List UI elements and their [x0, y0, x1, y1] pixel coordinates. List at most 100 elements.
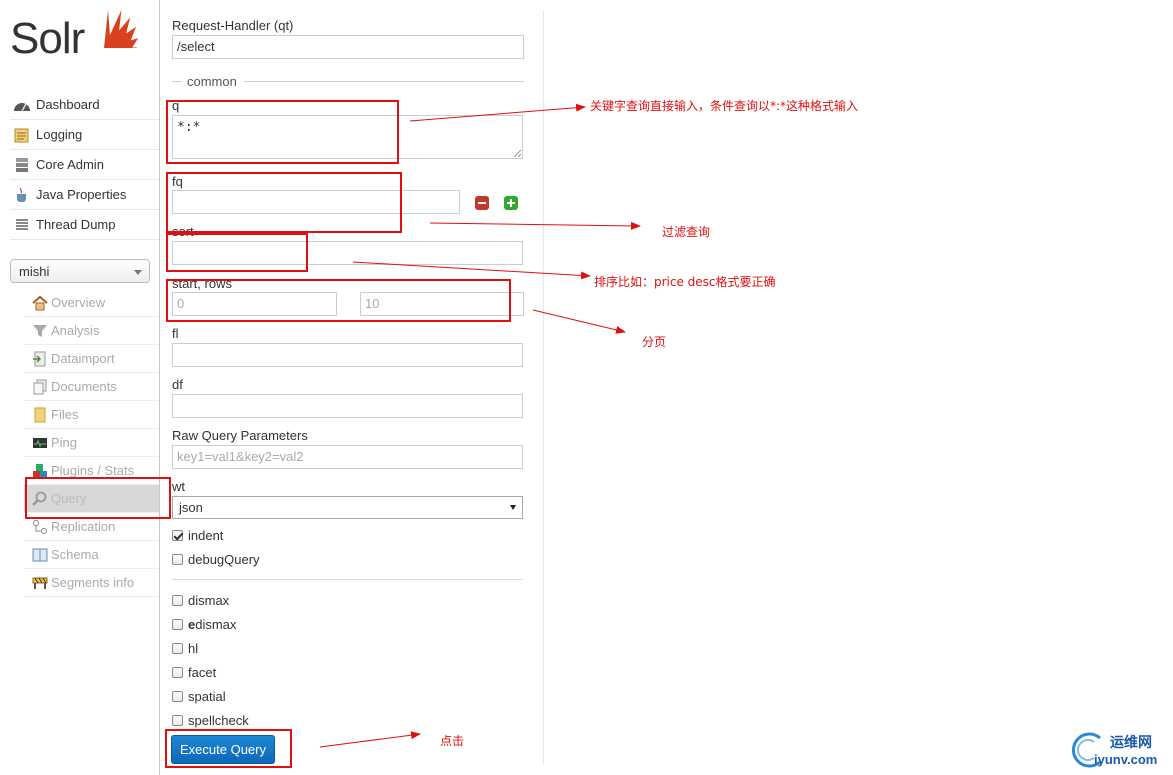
- dashboard-icon: [14, 102, 30, 111]
- nav-label: Dashboard: [36, 97, 100, 112]
- nav-java-properties[interactable]: Java Properties: [10, 180, 159, 210]
- nav-label: Logging: [36, 127, 83, 142]
- edismax-checkbox-row[interactable]: edismax: [172, 615, 236, 633]
- replication-icon: [33, 519, 47, 534]
- request-handler-input[interactable]: /select: [172, 35, 524, 59]
- home-icon: [32, 295, 48, 310]
- resize-handle-icon[interactable]: [513, 149, 521, 157]
- hl-label: hl: [188, 640, 199, 656]
- dismax-checkbox-row[interactable]: dismax: [172, 591, 229, 609]
- facet-label: facet: [188, 664, 217, 680]
- core-item-label: Replication: [51, 519, 116, 534]
- sort-highlight-box: [166, 233, 308, 272]
- java-properties-icon: [17, 187, 26, 202]
- wt-label: wt: [172, 479, 185, 494]
- core-item-label: Documents: [51, 379, 117, 394]
- start-rows-highlight-box: [166, 279, 511, 322]
- spatial-checkbox[interactable]: [172, 690, 183, 702]
- hl-checkbox[interactable]: [172, 642, 183, 654]
- core-item-overview[interactable]: Overview: [24, 289, 160, 317]
- sidebar-divider: [159, 0, 160, 775]
- nav-core-admin[interactable]: Core Admin: [10, 150, 159, 180]
- logging-icon: [14, 128, 29, 142]
- fq-arrow: [429, 221, 641, 230]
- core-item-ping[interactable]: Ping: [24, 429, 160, 457]
- chevron-down-icon: [134, 270, 142, 275]
- core-item-segments-info[interactable]: Segments info: [24, 569, 160, 597]
- hl-checkbox-row[interactable]: hl: [172, 639, 198, 657]
- indent-checkbox-row[interactable]: indent: [172, 526, 223, 544]
- core-item-documents[interactable]: Documents: [24, 373, 160, 401]
- plus-icon: [507, 199, 515, 207]
- df-label: df: [172, 377, 183, 392]
- nav-dashboard[interactable]: Dashboard: [10, 90, 159, 120]
- core-item-files[interactable]: Files: [24, 401, 160, 429]
- core-item-dataimport[interactable]: Dataimport: [24, 345, 160, 373]
- q-highlight-box: [166, 100, 399, 164]
- execute-highlight-box: [165, 729, 292, 768]
- paging-arrow: [532, 309, 626, 334]
- q-annotation: 关键字查询直接输入，条件查询以*:*这种格式输入: [590, 99, 859, 113]
- dismax-label: dismax: [188, 592, 230, 608]
- spatial-checkbox-row[interactable]: spatial: [172, 687, 226, 705]
- click-annotation: 点击: [440, 734, 465, 748]
- df-input[interactable]: [172, 394, 523, 418]
- raw-params-input[interactable]: key1=val1&key2=val2: [172, 445, 523, 469]
- logo-text: Solr: [10, 14, 85, 63]
- paging-annotation: 分页: [642, 335, 667, 349]
- solr-logo[interactable]: Solr: [10, 4, 140, 66]
- indent-label: indent: [188, 527, 224, 543]
- core-admin-icon: [16, 157, 28, 172]
- spatial-label: spatial: [188, 688, 226, 704]
- edismax-label-rest: dismax: [195, 616, 237, 632]
- edismax-label: edismax: [188, 617, 236, 632]
- spellcheck-label: spellcheck: [188, 712, 249, 728]
- files-icon: [34, 407, 46, 422]
- nav-logging[interactable]: Logging: [10, 120, 159, 150]
- ping-icon: [33, 437, 47, 448]
- spellcheck-checkbox[interactable]: [172, 714, 183, 726]
- core-item-label: Dataimport: [51, 351, 115, 366]
- thread-dump-icon: [16, 218, 28, 230]
- debugquery-checkbox-row[interactable]: debugQuery: [172, 550, 260, 568]
- documents-icon: [33, 379, 47, 394]
- segments-icon: [32, 577, 48, 589]
- filter-icon: [33, 324, 47, 337]
- wt-select[interactable]: json: [172, 496, 523, 519]
- core-selector[interactable]: mishi: [10, 259, 150, 283]
- fl-input[interactable]: [172, 343, 523, 367]
- options-divider: [172, 579, 523, 580]
- results-panel-divider: [543, 10, 544, 765]
- spellcheck-checkbox-row[interactable]: spellcheck: [172, 711, 249, 729]
- remove-fq-button[interactable]: [475, 196, 489, 210]
- core-item-label: Plugins / Stats: [51, 463, 135, 478]
- schema-icon: [32, 548, 48, 561]
- nav-label: Thread Dump: [36, 217, 116, 232]
- site-watermark: 运维网 iyunv.com: [1070, 728, 1170, 772]
- core-item-label: Segments info: [51, 575, 135, 590]
- core-item-analysis[interactable]: Analysis: [24, 317, 160, 345]
- minus-icon: [478, 202, 486, 204]
- nav-thread-dump[interactable]: Thread Dump: [10, 210, 159, 240]
- edismax-checkbox[interactable]: [172, 618, 183, 630]
- watermark-en: iyunv.com: [1094, 752, 1158, 767]
- add-fq-button[interactable]: [504, 196, 518, 210]
- core-item-label: Analysis: [51, 323, 100, 338]
- debugquery-checkbox[interactable]: [172, 553, 183, 565]
- request-handler-label: Request-Handler (qt): [172, 18, 294, 33]
- fieldset-line-left: [172, 81, 182, 82]
- common-legend: common: [187, 74, 237, 89]
- solr-sun-icon: [104, 10, 139, 48]
- core-item-schema[interactable]: Schema: [24, 541, 160, 569]
- dismax-checkbox[interactable]: [172, 594, 183, 606]
- core-item-label: Files: [51, 407, 79, 422]
- core-item-label: Ping: [51, 435, 78, 450]
- facet-checkbox-row[interactable]: facet: [172, 663, 216, 681]
- indent-checkbox[interactable]: [172, 529, 183, 541]
- facet-checkbox[interactable]: [172, 666, 183, 678]
- fq-highlight-box: [166, 172, 402, 233]
- fieldset-line-right: [244, 81, 524, 82]
- dataimport-icon: [33, 351, 46, 366]
- nav-label: Java Properties: [36, 187, 127, 202]
- click-arrow: [319, 731, 421, 748]
